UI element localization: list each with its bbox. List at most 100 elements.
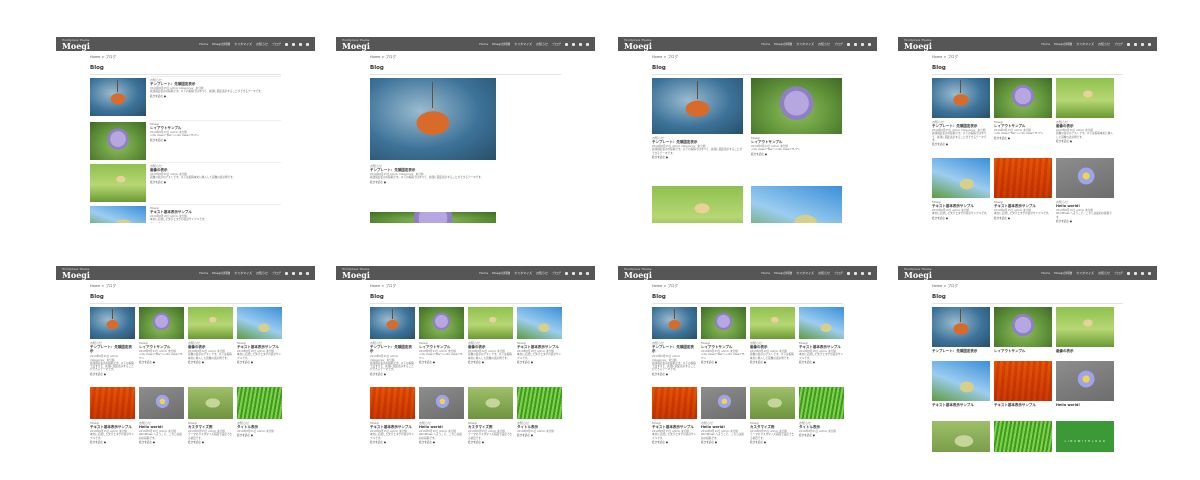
site-brand[interactable]: Wordpress Theme Moegi [62, 38, 90, 50]
breadcrumb[interactable]: Home > ブログ [618, 280, 877, 291]
post-thumbnail[interactable] [237, 307, 282, 339]
post-thumbnail[interactable] [994, 78, 1052, 118]
rss-icon[interactable] [292, 42, 295, 46]
read-more-link[interactable]: 続きを読む ● [237, 433, 282, 437]
post-thumbnail[interactable] [370, 387, 415, 419]
nav-item[interactable]: お知らせ [1098, 42, 1110, 46]
search-icon[interactable] [1148, 271, 1151, 275]
feed-icon[interactable] [861, 42, 864, 46]
nav-item[interactable]: Moegiの特徴 [492, 42, 510, 46]
read-more-link[interactable]: 続きを読む ● [1056, 219, 1114, 223]
site-brand[interactable]: Wordpress Theme Moegi [624, 267, 652, 279]
search-icon[interactable] [1148, 42, 1151, 46]
feed-icon[interactable] [579, 271, 582, 275]
search-icon[interactable] [306, 271, 309, 275]
post-thumbnail[interactable] [1056, 78, 1114, 118]
nav-item[interactable]: お知らせ [818, 271, 830, 275]
site-brand[interactable]: Wordpress Theme Moegi [342, 267, 370, 279]
nav-item[interactable]: カスタマイズ [796, 42, 814, 46]
nav-item[interactable]: お知らせ [536, 42, 548, 46]
post-thumbnail[interactable] [750, 307, 795, 339]
read-more-link[interactable]: 続きを読む ● [370, 372, 415, 376]
nav-item[interactable]: カスタマイズ [1076, 271, 1094, 275]
nav-item[interactable]: ブログ [1114, 42, 1123, 46]
post-thumbnail[interactable] [751, 78, 842, 134]
post-thumbnail[interactable] [419, 307, 464, 339]
post-thumbnail[interactable] [468, 307, 513, 339]
nav-item[interactable]: ブログ [272, 271, 281, 275]
read-more-link[interactable]: 続きを読む ● [652, 372, 697, 376]
nav-item[interactable]: Home [1041, 271, 1050, 275]
post-title[interactable]: 画像の表示 [1056, 349, 1114, 353]
post-thumbnail[interactable] [90, 78, 146, 116]
read-more-link[interactable]: 続きを読む ● [751, 152, 842, 156]
rss-icon[interactable] [1134, 271, 1137, 275]
feed-icon[interactable] [299, 271, 302, 275]
site-brand[interactable]: Wordpress Theme Moegi [904, 267, 932, 279]
nav-item[interactable]: Home [479, 271, 488, 275]
rss-icon[interactable] [292, 271, 295, 275]
post-thumbnail[interactable] [90, 387, 135, 419]
post-title[interactable]: テンプレート：先頭固定表示 [932, 349, 990, 353]
breadcrumb[interactable]: Home > ブログ [336, 51, 595, 62]
breadcrumb[interactable]: Home > ブログ [898, 51, 1157, 62]
post-thumbnail[interactable] [90, 206, 146, 223]
nav-item[interactable]: Moegiの特徴 [774, 42, 792, 46]
read-more-link[interactable]: 続きを読む ● [701, 360, 746, 364]
nav-item[interactable]: Home [199, 42, 208, 46]
home-icon[interactable] [285, 271, 288, 275]
read-more-link[interactable]: 続きを読む ● [701, 440, 746, 444]
home-icon[interactable] [565, 42, 568, 46]
post-thumbnail[interactable] [652, 307, 697, 339]
home-icon[interactable] [285, 42, 288, 46]
feed-icon[interactable] [299, 42, 302, 46]
nav-item[interactable]: ブログ [272, 42, 281, 46]
read-more-link[interactable]: 続きを読む ● [994, 136, 1052, 140]
nav-item[interactable]: Moegiの特徴 [1054, 271, 1072, 275]
search-icon[interactable] [586, 271, 589, 275]
post-thumbnail[interactable] [932, 78, 990, 118]
read-more-link[interactable]: 続きを読む ● [799, 360, 844, 364]
read-more-link[interactable]: 続きを読む ● [468, 440, 513, 444]
feed-icon[interactable] [1141, 42, 1144, 46]
nav-item[interactable]: Moegiの特徴 [492, 271, 510, 275]
post-thumbnail[interactable] [932, 421, 990, 452]
read-more-link[interactable]: 続きを読む ● [150, 94, 281, 98]
post-thumbnail[interactable] [994, 361, 1052, 401]
post-thumbnail[interactable] [468, 387, 513, 419]
nav-item[interactable]: お知らせ [536, 271, 548, 275]
home-icon[interactable] [847, 42, 850, 46]
read-more-link[interactable]: 続きを読む ● [932, 142, 990, 146]
rss-icon[interactable] [854, 271, 857, 275]
post-thumbnail[interactable] [188, 387, 233, 419]
post-thumbnail[interactable] [932, 361, 990, 401]
post-thumbnail[interactable] [370, 307, 415, 339]
read-more-link[interactable]: 続きを読む ● [150, 138, 281, 142]
nav-item[interactable]: Home [199, 271, 208, 275]
nav-item[interactable]: Home [761, 271, 770, 275]
nav-item[interactable]: ブログ [834, 42, 843, 46]
post-thumbnail[interactable] [994, 421, 1052, 452]
post-thumbnail[interactable] [652, 186, 743, 223]
post-thumbnail[interactable] [652, 387, 697, 419]
nav-item[interactable]: ブログ [1114, 271, 1123, 275]
site-brand[interactable]: Wordpress Theme Moegi [342, 38, 370, 50]
rss-icon[interactable] [572, 42, 575, 46]
nav-item[interactable]: お知らせ [1098, 271, 1110, 275]
read-more-link[interactable]: 続きを読む ● [652, 440, 697, 444]
post-title[interactable]: テキスト基本表示サンプル [994, 403, 1052, 407]
search-icon[interactable] [586, 42, 589, 46]
breadcrumb[interactable]: Home > ブログ [56, 280, 315, 291]
nav-item[interactable]: お知らせ [818, 42, 830, 46]
read-more-link[interactable]: 続きを読む ● [139, 360, 184, 364]
rss-icon[interactable] [572, 271, 575, 275]
breadcrumb[interactable]: Home > ブログ [618, 51, 877, 62]
search-icon[interactable] [306, 42, 309, 46]
search-icon[interactable] [868, 42, 871, 46]
read-more-link[interactable]: 続きを読む ● [652, 155, 743, 159]
read-more-link[interactable]: 続きを読む ● [150, 222, 281, 224]
feed-icon[interactable] [1141, 271, 1144, 275]
read-more-link[interactable]: 続きを読む ● [994, 216, 1052, 220]
link-with-logo-tile[interactable]: L I N K W I T H L O G O [1056, 421, 1114, 452]
post-title[interactable]: テンプレート：先頭固定表示 [90, 345, 135, 354]
